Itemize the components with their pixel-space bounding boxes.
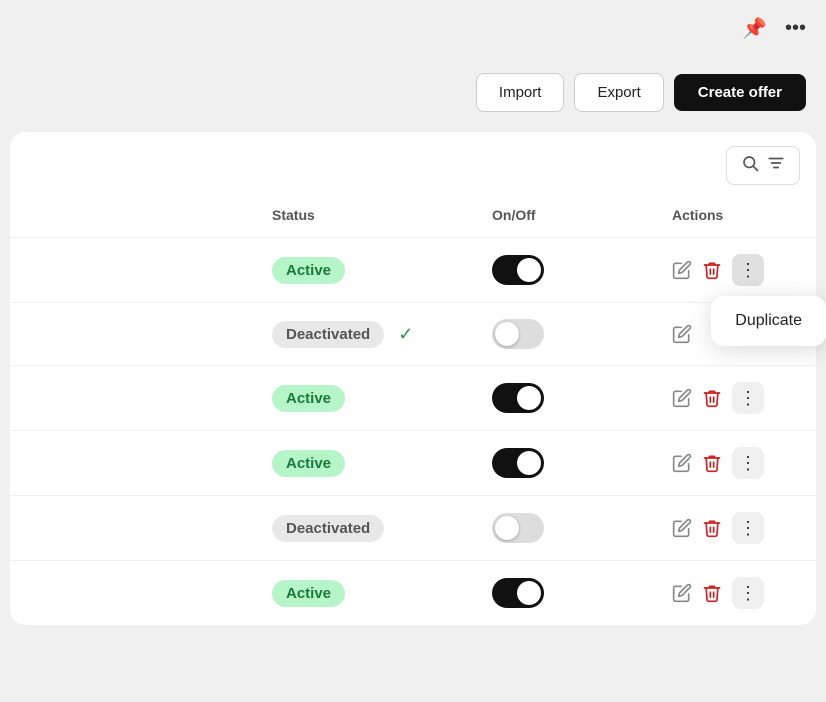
edit-icon-4[interactable] [672,453,692,473]
more-actions-button-3[interactable]: ⋮ [732,382,764,414]
row-6-toggle-cell [476,572,656,614]
col-actions: Actions [656,201,816,229]
toggle-on-6[interactable] [492,578,544,608]
toggle-on-1[interactable] [492,255,544,285]
toggle-off-2[interactable] [492,319,544,349]
toggle-off-5[interactable] [492,513,544,543]
check-icon-2: ✓ [398,324,413,345]
edit-icon-2[interactable] [672,324,692,344]
row-3-status: Active [256,379,476,418]
more-actions-button-5[interactable]: ⋮ [732,512,764,544]
status-badge-active: Active [272,257,345,284]
top-bar: 📌 ••• [0,0,826,57]
toggle-knob-2 [495,322,519,346]
row-3-actions: ⋮ [656,376,816,420]
row-1-name [10,264,256,276]
filter-icon [767,154,785,177]
status-badge-active-4: Active [272,450,345,477]
status-badge-deactivated-2: Deactivated [272,321,384,348]
row-4-toggle-cell [476,442,656,484]
toggle-knob-5 [495,516,519,540]
row-6-actions: ⋮ [656,571,816,615]
table-row: Active ⋮ [10,238,816,303]
more-options-icon[interactable]: ••• [781,13,810,44]
row-5-toggle-cell [476,507,656,549]
row-4-status: Active [256,444,476,483]
row-5-actions: ⋮ [656,506,816,550]
edit-icon-3[interactable] [672,388,692,408]
table-header: Status On/Off Actions [10,193,816,238]
edit-icon-5[interactable] [672,518,692,538]
toggle-knob-3 [517,386,541,410]
col-name [10,201,256,229]
row-2-toggle-cell [476,313,656,355]
create-offer-button[interactable]: Create offer [674,74,806,111]
row-2-status: Deactivated ✓ [256,315,476,354]
status-badge-active-3: Active [272,385,345,412]
toggle-knob-6 [517,581,541,605]
more-actions-button-4[interactable]: ⋮ [732,447,764,479]
import-button[interactable]: Import [476,73,565,112]
col-onoff: On/Off [476,201,656,229]
dropdown-popup-1: Duplicate [711,296,826,346]
table-row: Active ⋮ [10,561,816,625]
main-card: Status On/Off Actions Active [10,132,816,625]
table-row: Deactivated ✓ [10,303,816,366]
delete-icon-1[interactable] [702,260,722,280]
export-button[interactable]: Export [574,73,663,112]
row-4-actions: ⋮ [656,441,816,485]
toolbar: Import Export Create offer [0,57,826,132]
pin-icon[interactable]: 📌 [738,12,771,45]
search-filter-row [10,132,816,193]
toggle-knob-1 [517,258,541,282]
more-actions-button-6[interactable]: ⋮ [732,577,764,609]
table-row: Deactivated ⋮ [10,496,816,561]
edit-icon-6[interactable] [672,583,692,603]
toggle-on-4[interactable] [492,448,544,478]
duplicate-option[interactable]: Duplicate [735,308,802,334]
toggle-knob-4 [517,451,541,475]
delete-icon-6[interactable] [702,583,722,603]
row-2-name [10,328,256,340]
delete-icon-5[interactable] [702,518,722,538]
row-5-status: Deactivated [256,509,476,548]
col-status: Status [256,201,476,229]
more-actions-button-1[interactable]: ⋮ [732,254,764,286]
search-filter-button[interactable] [726,146,800,185]
search-icon [741,154,759,177]
row-6-name [10,587,256,599]
delete-icon-4[interactable] [702,453,722,473]
table-row: Active ⋮ [10,431,816,496]
row-1-actions: ⋮ Duplicate [656,248,816,292]
edit-icon-1[interactable] [672,260,692,280]
row-1-status: Active [256,251,476,290]
table-row: Active ⋮ [10,366,816,431]
status-badge-active-6: Active [272,580,345,607]
row-5-name [10,522,256,534]
row-6-status: Active [256,574,476,613]
row-4-name [10,457,256,469]
row-1-toggle-cell [476,249,656,291]
row-3-name [10,392,256,404]
row-3-toggle-cell [476,377,656,419]
delete-icon-3[interactable] [702,388,722,408]
toggle-on-3[interactable] [492,383,544,413]
status-badge-deactivated-5: Deactivated [272,515,384,542]
